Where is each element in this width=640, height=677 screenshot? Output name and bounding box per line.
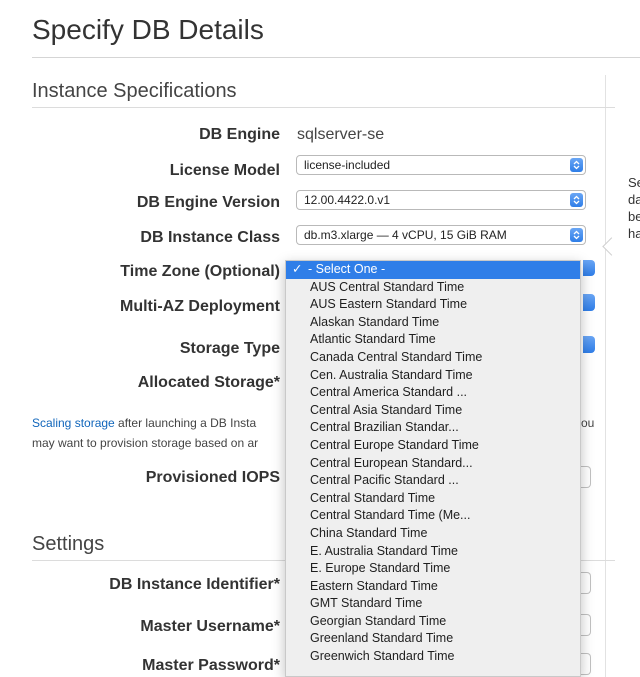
time-zone-option[interactable]: Atlantic Standard Time [286, 331, 580, 349]
master-password-label: Master Password* [142, 657, 280, 674]
time-zone-option[interactable]: Central Asia Standard Time [286, 402, 580, 420]
time-zone-option[interactable]: Eastern Standard Time [286, 578, 580, 596]
scaling-help-line1: Scaling storage after launching a DB Ins… [32, 416, 256, 430]
time-zone-label: Time Zone (Optional) [120, 263, 280, 280]
allocated-storage-label: Allocated Storage* [137, 374, 280, 391]
side-panel-text-1: Se [628, 175, 640, 190]
time-zone-option[interactable]: Greenland Standard Time [286, 630, 580, 648]
section-title-instance-specifications: Instance Specifications [32, 80, 237, 102]
license-model-label: License Model [169, 162, 280, 179]
license-model-select[interactable]: license-included [296, 155, 586, 175]
time-zone-option-selected[interactable]: ✓ - Select One - [286, 261, 580, 279]
storage-type-select-arrow[interactable] [583, 336, 595, 353]
time-zone-option[interactable]: Central European Standard... [286, 455, 580, 473]
check-icon: ✓ [292, 262, 303, 276]
scaling-storage-link[interactable]: Scaling storage [32, 416, 115, 430]
title-divider [32, 57, 640, 58]
time-zone-option[interactable]: China Standard Time [286, 525, 580, 543]
scaling-help-line1-text: after launching a DB Insta [114, 416, 257, 430]
time-zone-option[interactable]: Cen. Australia Standard Time [286, 367, 580, 385]
time-zone-option[interactable]: Central Standard Time (Me... [286, 507, 580, 525]
side-panel-divider [605, 75, 606, 677]
multi-az-label: Multi-AZ Deployment [120, 298, 280, 315]
master-username-label: Master Username* [140, 618, 280, 635]
time-zone-option[interactable]: E. Australia Standard Time [286, 543, 580, 561]
time-zone-option-label: - Select One - [308, 262, 386, 276]
page-title: Specify DB Details [32, 14, 264, 45]
engine-version-label: DB Engine Version [136, 194, 280, 211]
time-zone-option[interactable]: Central Europe Standard Time [286, 437, 580, 455]
instance-class-value: db.m3.xlarge — 4 vCPU, 15 GiB RAM [304, 228, 507, 242]
time-zone-option[interactable]: GMT Standard Time [286, 595, 580, 613]
time-zone-option[interactable]: Georgian Standard Time [286, 613, 580, 631]
time-zone-option[interactable]: Alaskan Standard Time [286, 314, 580, 332]
updown-chevron-icon [570, 228, 583, 242]
time-zone-option[interactable]: Central America Standard ... [286, 384, 580, 402]
db-engine-label: DB Engine [199, 126, 280, 143]
time-zone-select-arrow[interactable] [583, 260, 595, 276]
scaling-help-line2: may want to provision storage based on a… [32, 436, 259, 450]
section-divider [32, 107, 615, 108]
time-zone-dropdown[interactable]: ✓ - Select One - AUS Central Standard Tim… [285, 260, 581, 677]
license-model-value: license-included [304, 158, 391, 172]
instance-identifier-label: DB Instance Identifier* [109, 576, 280, 593]
time-zone-option[interactable]: Canada Central Standard Time [286, 349, 580, 367]
instance-class-label: DB Instance Class [140, 229, 280, 246]
instance-class-select[interactable]: db.m3.xlarge — 4 vCPU, 15 GiB RAM [296, 225, 586, 245]
time-zone-option[interactable]: Central Standard Time [286, 490, 580, 508]
updown-chevron-icon [570, 158, 583, 172]
time-zone-option[interactable]: Greenwich Standard Time [286, 648, 580, 666]
storage-type-label: Storage Type [179, 340, 280, 357]
scaling-help-tail: ou [581, 416, 595, 430]
side-panel-text-4: ha [628, 226, 640, 241]
multi-az-select-arrow[interactable] [583, 294, 595, 311]
engine-version-value: 12.00.4422.0.v1 [304, 193, 391, 207]
db-engine-value: sqlserver-se [297, 126, 385, 143]
section-title-settings: Settings [32, 533, 105, 555]
updown-chevron-icon [570, 193, 583, 207]
time-zone-option[interactable]: E. Europe Standard Time [286, 560, 580, 578]
side-panel-text-3: be [628, 209, 640, 224]
time-zone-option[interactable]: Central Brazilian Standar... [286, 419, 580, 437]
side-panel-text-2: da [628, 192, 640, 207]
time-zone-option[interactable]: Central Pacific Standard ... [286, 472, 580, 490]
provisioned-iops-label: Provisioned IOPS [145, 469, 280, 486]
time-zone-option[interactable]: AUS Central Standard Time [286, 279, 580, 297]
time-zone-option[interactable]: AUS Eastern Standard Time [286, 296, 580, 314]
engine-version-select[interactable]: 12.00.4422.0.v1 [296, 190, 586, 210]
